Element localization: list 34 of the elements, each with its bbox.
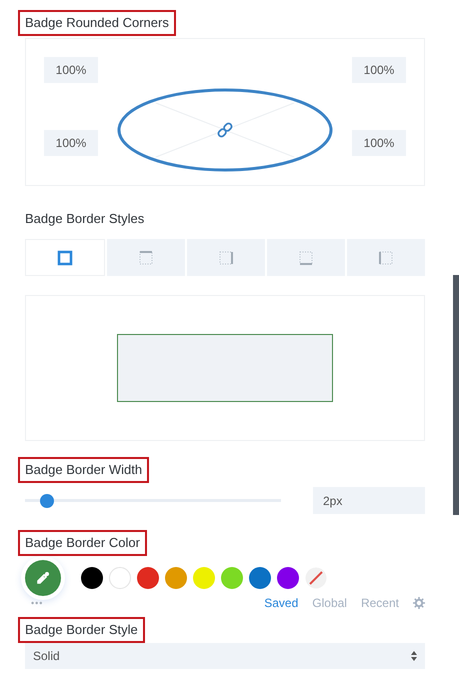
color-swatch[interactable]	[193, 567, 215, 589]
settings-icon[interactable]	[413, 597, 425, 609]
border-bottom-icon	[297, 248, 315, 266]
updown-caret-icon	[411, 651, 417, 661]
border-style-select[interactable]: Solid	[25, 643, 425, 669]
corner-radius-field[interactable]: 100%	[352, 57, 406, 83]
color-swatch[interactable]	[137, 567, 159, 589]
select-value: Solid	[33, 649, 60, 663]
corner-radius-field[interactable]: 100%	[352, 130, 406, 156]
color-swatch[interactable]	[249, 567, 271, 589]
section-label: Badge Rounded Corners	[18, 10, 176, 36]
color-swatch[interactable]	[165, 567, 187, 589]
color-picker-button[interactable]	[25, 560, 61, 596]
no-color-swatch[interactable]	[305, 567, 327, 589]
color-swatch[interactable]	[81, 567, 103, 589]
border-side-tab[interactable]	[25, 239, 105, 276]
corner-radius-field[interactable]: 100%	[44, 130, 98, 156]
color-swatch[interactable]	[221, 567, 243, 589]
color-swatch[interactable]	[109, 567, 131, 589]
corner-radius-field[interactable]: 100%	[44, 57, 98, 83]
border-left-icon	[377, 248, 395, 266]
scrollbar[interactable]	[453, 275, 459, 515]
section-label: Badge Border Style	[18, 617, 145, 643]
border-right-icon	[217, 248, 235, 266]
section-label: Badge Border Styles	[24, 210, 146, 228]
border-top-icon	[137, 248, 155, 266]
width-field[interactable]: 2px	[313, 487, 425, 514]
border-all-icon	[57, 250, 73, 266]
eyedropper-icon	[36, 571, 50, 585]
palette-tab[interactable]: Saved	[264, 596, 298, 610]
section-label: Badge Border Width	[18, 457, 150, 483]
slider-thumb[interactable]	[40, 494, 54, 508]
color-swatch[interactable]	[277, 567, 299, 589]
section-label: Badge Border Color	[18, 530, 147, 556]
